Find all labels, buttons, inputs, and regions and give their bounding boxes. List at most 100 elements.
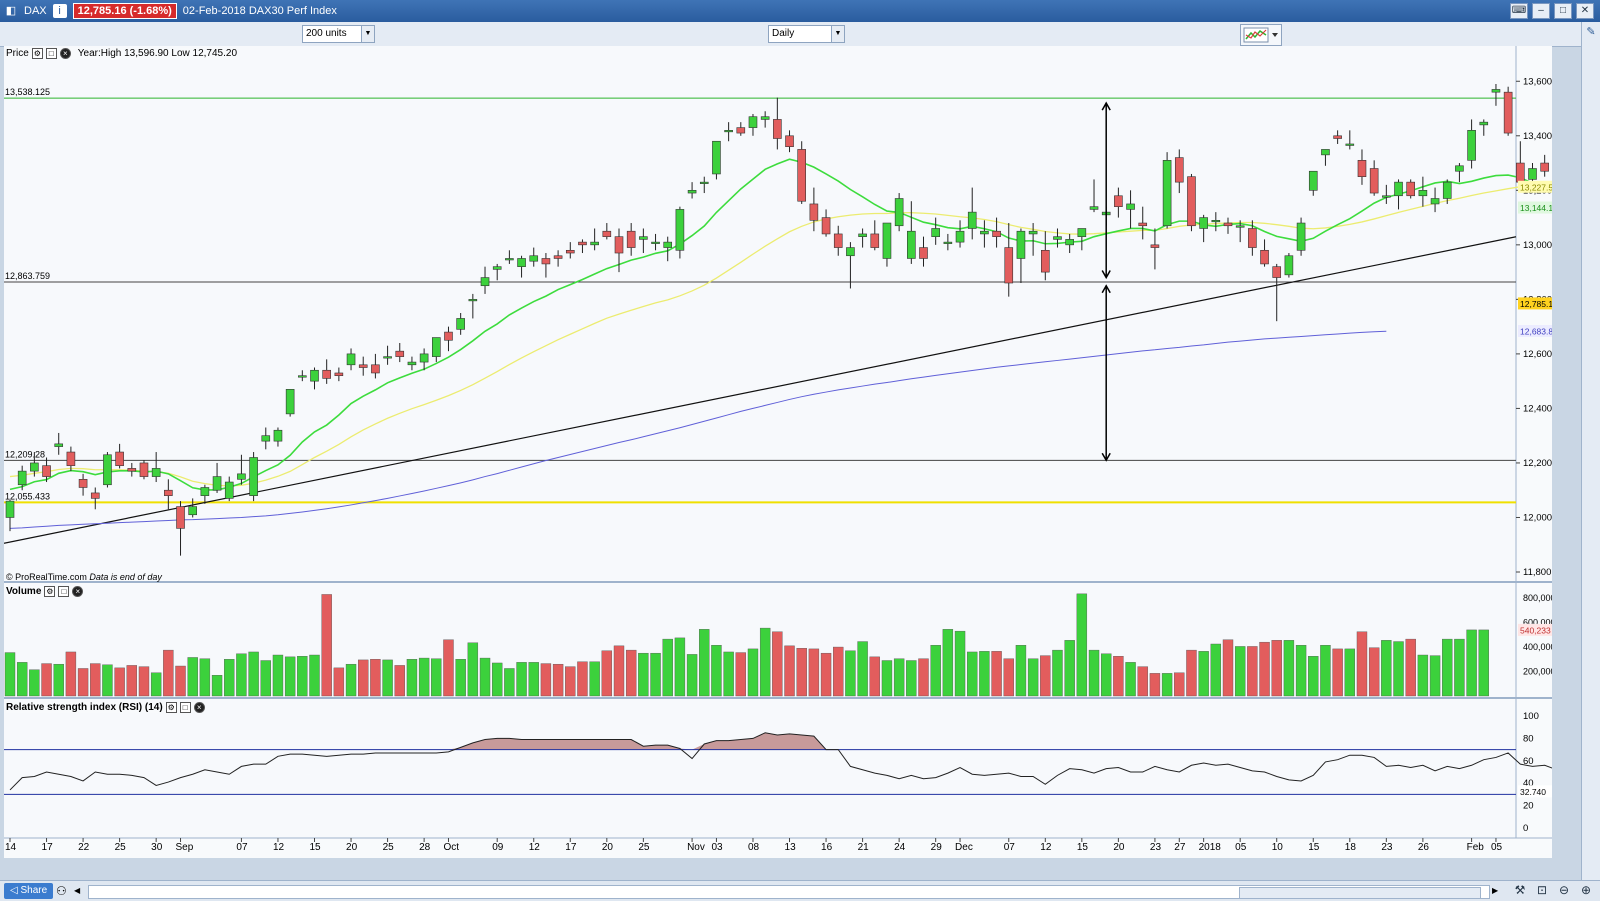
candle-body: [943, 241, 953, 244]
maximize-panel-icon[interactable]: □: [45, 48, 57, 59]
volume-bar: [869, 656, 880, 697]
candle-body: [626, 230, 636, 248]
volume-bar: [784, 645, 795, 697]
x-tick-label: 14: [5, 842, 17, 853]
volume-bar: [1271, 640, 1282, 697]
volume-bar: [1100, 653, 1112, 697]
x-tick-label: 26: [1418, 842, 1430, 853]
candle-body: [980, 230, 989, 235]
rsi-tick-label: 100: [1523, 711, 1539, 722]
minimize-button[interactable]: –: [1532, 3, 1550, 19]
scroll-right-icon[interactable]: ▶: [1492, 883, 1504, 899]
candle-body: [151, 468, 161, 477]
volume-bar: [1308, 656, 1319, 697]
candle-body: [1540, 162, 1549, 172]
candle-body: [285, 389, 295, 415]
volume-bar: [1442, 638, 1453, 697]
candle-body: [590, 241, 599, 246]
close-panel-icon[interactable]: ×: [193, 702, 205, 713]
volume-bar: [577, 661, 588, 697]
candle-body: [5, 500, 15, 518]
volume-bar: [1149, 673, 1161, 697]
price-panel-header: Price ⚙ □ × Year:High 13,596.90 Low 12,7…: [6, 48, 238, 59]
volume-bar: [699, 629, 710, 697]
rsi-tick-label: 80: [1523, 733, 1534, 744]
candle-body: [699, 181, 709, 184]
horizontal-scrollbar[interactable]: [88, 885, 1490, 899]
candle-body: [358, 364, 368, 368]
volume-bar: [625, 649, 637, 697]
close-panel-icon[interactable]: ×: [72, 586, 84, 597]
scrollbar-thumb[interactable]: [1239, 887, 1481, 899]
chart-canvas[interactable]: 11,80012,00012,20012,40012,60012,80013,0…: [4, 46, 1552, 858]
zoom-fit-icon[interactable]: ⊡: [1534, 882, 1550, 898]
candle-body: [371, 364, 380, 374]
candle-body: [1016, 230, 1026, 259]
volume-bar: [41, 663, 52, 697]
candle-body: [1223, 222, 1233, 227]
volume-bar: [918, 658, 929, 697]
volume-bar: [1210, 643, 1222, 697]
volume-bar: [467, 642, 479, 697]
volume-bar: [711, 645, 722, 697]
pin-icon[interactable]: ✎: [1585, 26, 1597, 38]
volume-bar: [723, 651, 734, 697]
candle-body: [419, 353, 429, 363]
maximize-button[interactable]: □: [1554, 3, 1572, 19]
indicators-button[interactable]: [1240, 24, 1282, 46]
volume-bar: [333, 667, 345, 697]
candle-body: [919, 247, 928, 259]
scroll-left-icon[interactable]: ◀: [74, 883, 86, 899]
period-select[interactable]: Daily ▼: [768, 25, 845, 43]
volume-bar: [138, 666, 150, 697]
glasses-icon[interactable]: ⚇: [56, 883, 70, 899]
chart-tools-icon[interactable]: ⚒: [1512, 882, 1528, 898]
candle-body: [1418, 190, 1428, 197]
candle-body: [1089, 206, 1099, 210]
zoom-in-icon[interactable]: ⊕: [1578, 882, 1594, 898]
share-button[interactable]: ◁ Share: [4, 883, 54, 899]
units-select[interactable]: 200 units ▼: [302, 25, 375, 43]
candle-body: [1028, 230, 1038, 235]
x-tick-label: 07: [1004, 842, 1016, 853]
volume-bar: [236, 653, 247, 697]
close-button[interactable]: ✕: [1576, 3, 1594, 19]
candle-body: [1333, 135, 1342, 139]
volume-bar: [1344, 648, 1356, 697]
maximize-panel-icon[interactable]: □: [58, 586, 70, 597]
volume-bar: [77, 668, 89, 697]
volume-bar: [601, 650, 613, 697]
volume-bar: [1478, 629, 1489, 697]
volume-bar: [552, 663, 564, 697]
volume-bar: [820, 652, 832, 697]
level-label: 13,538.125: [5, 87, 50, 97]
volume-tick-label: 800,000: [1523, 593, 1552, 603]
copyright: © ProRealTime.com: [6, 572, 87, 582]
candle-body: [882, 222, 892, 259]
volume-bar: [504, 668, 515, 697]
zoom-out-icon[interactable]: ⊖: [1556, 882, 1572, 898]
volume-bar: [808, 648, 820, 697]
candle-body: [870, 233, 880, 248]
volume-last-label: 540,233: [1520, 625, 1551, 635]
candle-body: [553, 255, 563, 259]
candle-body: [1150, 244, 1160, 248]
volume-bar: [772, 631, 783, 697]
chart-menu-icon[interactable]: ◧: [4, 4, 18, 18]
candle-body: [1077, 228, 1087, 237]
info-icon[interactable]: i: [52, 4, 67, 18]
candle-body: [115, 451, 124, 466]
wrench-icon[interactable]: ⚙: [165, 702, 177, 713]
close-panel-icon[interactable]: ×: [59, 48, 71, 59]
maximize-panel-icon[interactable]: □: [179, 702, 191, 713]
keyboard-icon[interactable]: ⌨: [1510, 3, 1528, 19]
instrument-menu[interactable]: DAX: [24, 5, 47, 17]
volume-bar: [1234, 646, 1246, 697]
chart-area[interactable]: 11,80012,00012,20012,40012,60012,80013,0…: [4, 46, 1552, 858]
volume-bar: [1064, 640, 1075, 697]
x-tick-label: 17: [42, 842, 54, 853]
wrench-icon[interactable]: ⚙: [44, 586, 56, 597]
wrench-icon[interactable]: ⚙: [31, 48, 43, 59]
volume-bar: [406, 659, 418, 697]
volume-bar: [1356, 631, 1368, 697]
